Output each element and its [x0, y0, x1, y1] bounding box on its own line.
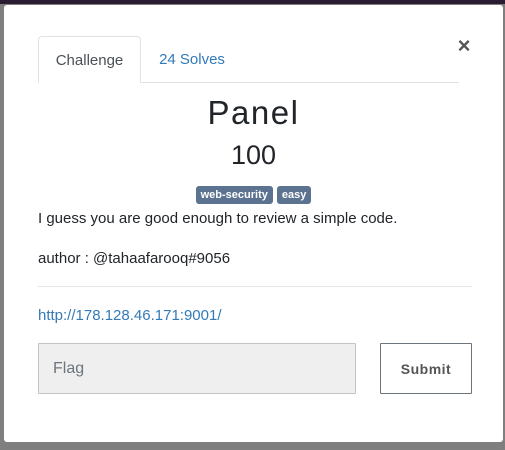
tab-challenge[interactable]: Challenge	[38, 36, 141, 83]
background-strip	[0, 0, 505, 4]
challenge-author: author : @tahaafarooq#9056	[38, 250, 231, 267]
submit-button[interactable]: Submit	[380, 343, 472, 394]
tag-list: web-security easy	[4, 186, 503, 204]
challenge-points: 100	[230, 140, 277, 170]
challenge-title: Panel	[207, 94, 300, 131]
tag-web-security: web-security	[195, 186, 273, 204]
challenge-modal: Challenge 24 Solves × Panel 100 web-secu…	[4, 5, 503, 442]
tab-bar: Challenge 24 Solves	[38, 36, 459, 83]
divider	[38, 286, 472, 287]
challenge-link[interactable]: http://178.128.46.171:9001/	[38, 305, 222, 327]
tag-easy: easy	[276, 186, 312, 204]
challenge-description: I guess you are good enough to review a …	[38, 210, 398, 227]
close-icon[interactable]: ×	[454, 35, 474, 57]
flag-input[interactable]	[38, 343, 356, 394]
tab-solves[interactable]: 24 Solves	[142, 36, 242, 83]
